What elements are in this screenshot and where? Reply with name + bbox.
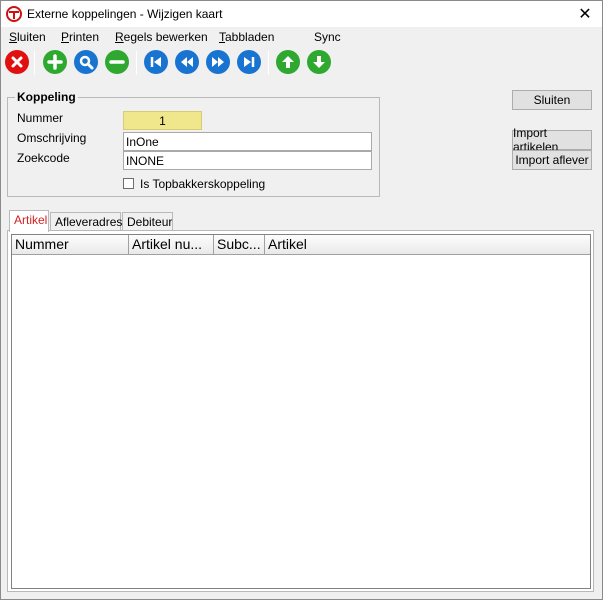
zoekcode-field[interactable]: INONE bbox=[123, 151, 372, 170]
column-header-artikelnummer[interactable]: Artikel nu... bbox=[129, 235, 214, 255]
title-bar: Externe koppelingen - Wijzigen kaart ✕ bbox=[1, 1, 602, 27]
move-up-button[interactable] bbox=[276, 50, 300, 74]
remove-icon bbox=[109, 60, 125, 64]
previous-icon bbox=[181, 57, 193, 67]
topbakkers-label: Is Topbakkerskoppeling bbox=[140, 177, 266, 191]
first-icon bbox=[150, 57, 161, 67]
move-down-button[interactable] bbox=[307, 50, 331, 74]
menu-regels-mnemonic: R bbox=[115, 30, 124, 44]
search-button[interactable] bbox=[74, 50, 98, 74]
main-window: Externe koppelingen - Wijzigen kaart ✕ S… bbox=[0, 0, 603, 600]
add-icon bbox=[47, 54, 63, 70]
toolbar-separator bbox=[136, 51, 137, 75]
column-header-artikel[interactable]: Artikel bbox=[265, 235, 590, 255]
tab-afleveradres[interactable]: Afleveradres bbox=[50, 212, 122, 231]
koppeling-title: Koppeling bbox=[15, 90, 78, 104]
menu-regels-label: egels bewerken bbox=[123, 30, 208, 44]
toolbar-separator bbox=[268, 51, 269, 75]
tab-debiteur[interactable]: Debiteur bbox=[122, 212, 173, 231]
menu-sluiten-mnemonic: S bbox=[9, 30, 18, 44]
menu-sluiten[interactable]: Sluiten bbox=[9, 30, 46, 44]
previous-record-button[interactable] bbox=[175, 50, 199, 74]
first-record-button[interactable] bbox=[144, 50, 168, 74]
toolbar-separator bbox=[34, 51, 35, 75]
menu-printen[interactable]: Printen bbox=[61, 30, 99, 44]
toolbar bbox=[1, 48, 602, 78]
close-record-button[interactable] bbox=[5, 50, 29, 74]
artikel-grid[interactable]: Nummer Artikel nu... Subc... Artikel bbox=[11, 234, 591, 589]
artikel-tab-panel: Nummer Artikel nu... Subc... Artikel bbox=[7, 230, 594, 592]
down-icon bbox=[313, 56, 325, 68]
menu-sync-label: Sync bbox=[314, 30, 341, 44]
menu-sluiten-label: luiten bbox=[17, 30, 46, 44]
window-close-button[interactable]: ✕ bbox=[568, 1, 602, 27]
zoekcode-label: Zoekcode bbox=[17, 151, 70, 165]
last-icon bbox=[244, 57, 255, 67]
import-artikelen-button[interactable]: Import artikelen bbox=[512, 126, 592, 154]
menu-tabbladen[interactable]: Tabbladen bbox=[219, 30, 274, 44]
import-aflever-button[interactable]: Import aflever bbox=[512, 150, 592, 170]
close-icon bbox=[11, 56, 23, 68]
koppeling-groupbox: Koppeling Nummer 1 Omschrijving InOne Zo… bbox=[7, 90, 380, 197]
grid-header: Nummer Artikel nu... Subc... Artikel bbox=[12, 235, 590, 255]
menu-printen-label: rinten bbox=[69, 30, 100, 44]
add-button[interactable] bbox=[43, 50, 67, 74]
next-record-button[interactable] bbox=[206, 50, 230, 74]
search-icon bbox=[79, 55, 94, 70]
column-header-nummer[interactable]: Nummer bbox=[12, 235, 129, 255]
window-title: Externe koppelingen - Wijzigen kaart bbox=[27, 7, 223, 21]
sluiten-button[interactable]: Sluiten bbox=[512, 90, 592, 110]
next-icon bbox=[212, 57, 224, 67]
topbakkers-checkbox[interactable] bbox=[123, 178, 134, 189]
nummer-label: Nummer bbox=[17, 111, 64, 125]
last-record-button[interactable] bbox=[237, 50, 261, 74]
column-header-subcode[interactable]: Subc... bbox=[214, 235, 265, 255]
omschrijving-field[interactable]: InOne bbox=[123, 132, 372, 151]
omschrijving-label: Omschrijving bbox=[17, 131, 87, 145]
menu-printen-mnemonic: P bbox=[61, 30, 70, 44]
app-logo-icon bbox=[6, 6, 22, 22]
tab-artikel[interactable]: Artikel bbox=[9, 210, 49, 232]
menu-tabbladen-label: abbladen bbox=[225, 30, 275, 44]
nummer-field[interactable]: 1 bbox=[123, 111, 202, 130]
close-x-icon: ✕ bbox=[578, 6, 592, 23]
remove-button[interactable] bbox=[105, 50, 129, 74]
up-icon bbox=[282, 56, 294, 68]
menu-sync[interactable]: Sync bbox=[314, 30, 341, 44]
menu-bar: Sluiten Printen Regels bewerken Tabblade… bbox=[1, 28, 602, 47]
menu-regels-bewerken[interactable]: Regels bewerken bbox=[115, 30, 208, 44]
